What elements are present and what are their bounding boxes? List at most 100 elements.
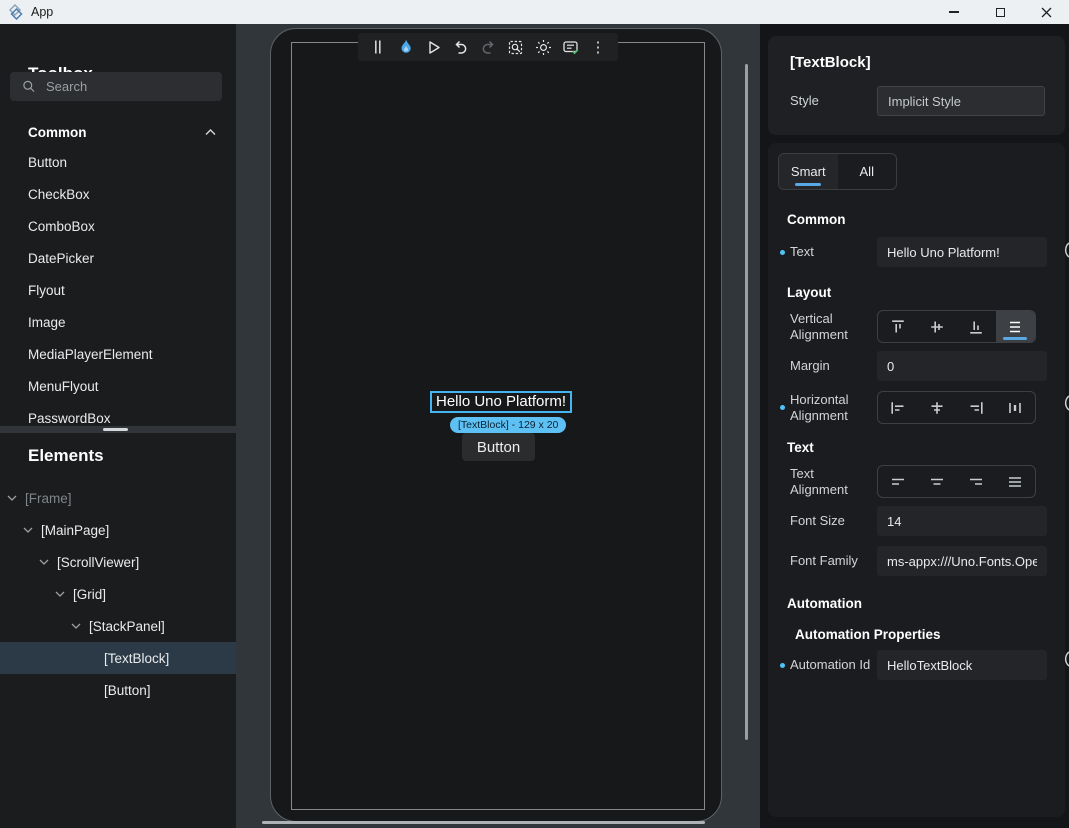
vertical-alignment-group [877,310,1036,343]
window-title: App [31,5,53,19]
tab-all[interactable]: All [838,154,897,189]
text-alignment-group [877,465,1036,498]
inspector-tabs: Smart All [778,153,897,190]
advanced-options-icon-clipped[interactable] [1062,651,1069,667]
tree-item-button[interactable]: [Button] [0,674,236,706]
property-row-vertical-alignment: Vertical Alignment [768,310,1065,343]
tree-item-scrollviewer[interactable]: [ScrollViewer] [0,546,236,578]
undo-icon[interactable] [451,36,471,58]
app-window: App Toolbox Common Button CheckBox Combo… [0,0,1069,828]
text-input[interactable] [877,237,1047,267]
scrollbar-thumb[interactable] [103,428,128,431]
tree-item-mainpage[interactable]: [MainPage] [0,514,236,546]
font-family-input[interactable] [877,546,1047,576]
left-sidebar: Toolbox Common Button CheckBox ComboBox … [0,24,236,828]
chevron-down-icon[interactable] [39,559,49,565]
text-align-right-icon[interactable] [957,466,996,497]
toolbox-list: Button CheckBox ComboBox DatePicker Flyo… [0,147,236,435]
automation-id-input[interactable] [877,650,1047,680]
selected-textblock[interactable]: Hello Uno Platform! [430,391,572,413]
toolbox-group-common[interactable]: Common [0,119,236,145]
margin-input[interactable] [877,351,1047,381]
section-common: Common [787,212,1065,227]
group-label: Common [28,125,205,140]
modified-dot [780,405,785,410]
chevron-down-icon[interactable] [23,527,33,533]
advanced-options-icon-clipped[interactable] [1062,395,1069,411]
hot-reload-flame-icon[interactable] [396,36,416,58]
inspector-properties-card: Smart All Common Text Layout Vertical Al… [768,143,1065,817]
elements-tree: [Frame] [MainPage] [ScrollViewer] [Grid]… [0,482,236,706]
stretch-horizontal-icon[interactable] [996,392,1035,423]
chevron-down-icon[interactable] [71,623,81,629]
inspector-header-card: [TextBlock] Style [768,36,1065,135]
modified-dot [780,663,785,668]
toolbox-item-datepicker[interactable]: DatePicker [0,243,236,275]
textblock-text: Hello Uno Platform! [436,393,566,410]
canvas-horizontal-scrollbar[interactable] [262,821,705,824]
elements-title: Elements [28,446,104,466]
chevron-down-icon[interactable] [55,591,65,597]
search-input[interactable] [46,79,222,94]
property-row-font-size: Font Size [768,506,1065,536]
toolbox-item-image[interactable]: Image [0,307,236,339]
drag-handle-icon[interactable] [368,36,388,58]
align-center-vertical-icon[interactable] [917,311,956,342]
tab-smart[interactable]: Smart [779,154,838,189]
tree-item-textblock[interactable]: [TextBlock] [0,642,236,674]
minimize-button[interactable] [931,0,977,24]
tree-item-stackpanel[interactable]: [StackPanel] [0,610,236,642]
style-input[interactable] [877,86,1045,116]
align-center-horizontal-icon[interactable] [917,392,956,423]
toolbox-item-flyout[interactable]: Flyout [0,275,236,307]
align-right-icon[interactable] [957,392,996,423]
canvas-vertical-scrollbar[interactable] [745,64,748,740]
section-text: Text [787,440,1065,455]
element-picker-icon[interactable] [506,36,526,58]
chevron-down-icon[interactable] [7,495,17,501]
selected-element-title: [TextBlock] [790,54,871,71]
text-align-center-icon[interactable] [917,466,956,497]
font-size-input[interactable] [877,506,1047,536]
selection-size-badge: [TextBlock] - 129 x 20 [450,417,566,433]
section-layout: Layout [787,285,1065,300]
app-logo-icon [7,4,23,20]
horizontal-alignment-group [877,391,1036,424]
form-checklist-icon[interactable] [561,36,581,58]
tree-item-frame[interactable]: [Frame] [0,482,236,514]
canvas-button[interactable]: Button [462,433,535,461]
title-bar: App [0,0,1069,24]
canvas-toolbar: ⋮ [358,33,618,61]
tree-item-grid[interactable]: [Grid] [0,578,236,610]
align-left-icon[interactable] [878,392,917,423]
text-align-left-icon[interactable] [878,466,917,497]
toolbox-item-checkbox[interactable]: CheckBox [0,179,236,211]
align-top-icon[interactable] [878,311,917,342]
toolbox-item-button[interactable]: Button [0,147,236,179]
toolbox-search[interactable] [10,72,222,101]
section-automation: Automation [787,596,1065,611]
property-row-horizontal-alignment: Horizontal Alignment [768,391,1065,424]
search-icon [22,79,36,94]
align-bottom-icon[interactable] [957,311,996,342]
property-row-margin: Margin [768,351,1065,381]
more-kebab-icon[interactable]: ⋮ [588,36,608,58]
property-inspector: [TextBlock] Style Smart All Common Text … [760,24,1069,828]
style-label: Style [790,93,819,108]
stretch-vertical-icon[interactable] [996,311,1035,342]
play-icon[interactable] [423,36,443,58]
theme-sun-icon[interactable] [533,36,553,58]
toolbox-horizontal-scrollbar[interactable] [0,426,236,433]
toolbox-item-menuflyout[interactable]: MenuFlyout [0,371,236,403]
toolbox-item-mediaplayerelement[interactable]: MediaPlayerElement [0,339,236,371]
redo-icon[interactable] [478,36,498,58]
close-button[interactable] [1023,0,1069,24]
minimize-icon [949,11,959,12]
advanced-options-icon-clipped[interactable] [1062,242,1069,258]
toolbox-item-combobox[interactable]: ComboBox [0,211,236,243]
property-row-font-family: Font Family [768,546,1065,576]
maximize-icon [996,8,1005,17]
maximize-button[interactable] [977,0,1023,24]
window-controls [931,0,1069,24]
text-align-justify-icon[interactable] [996,466,1035,497]
